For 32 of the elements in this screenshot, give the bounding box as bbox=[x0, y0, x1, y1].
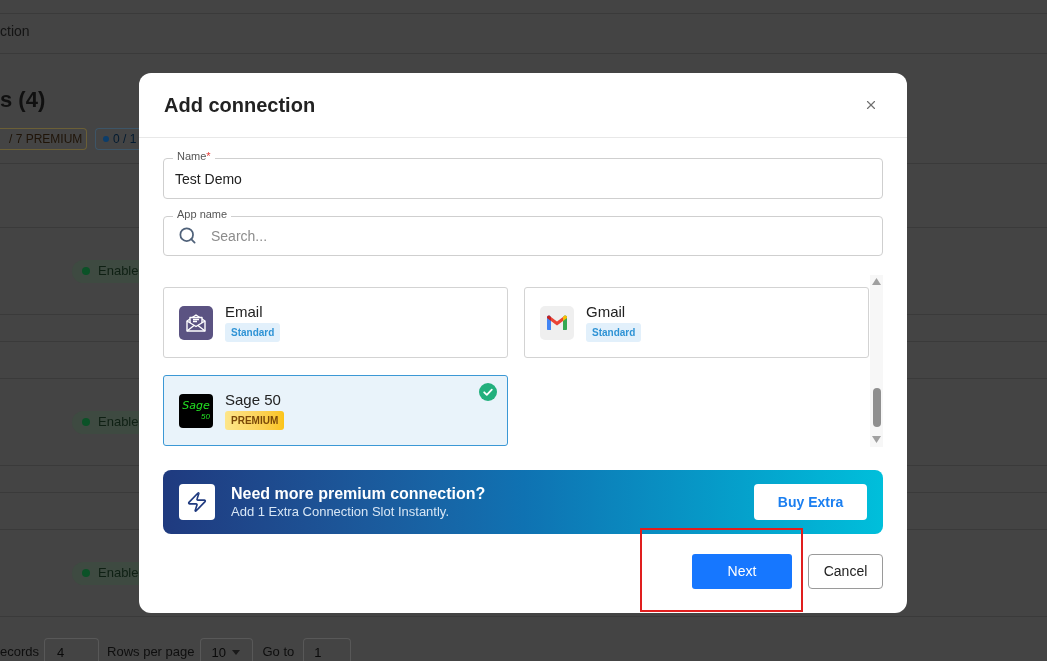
app-card[interactable]: Gmail Standard bbox=[524, 287, 869, 358]
field-label: App name bbox=[173, 208, 232, 220]
caret-icon bbox=[231, 650, 240, 655]
letter-m-icon bbox=[540, 305, 574, 340]
scroll-up-icon[interactable] bbox=[872, 278, 881, 285]
logo-text: Sage bbox=[182, 400, 210, 412]
buy-extra-button[interactable]: Buy Extra bbox=[754, 484, 867, 520]
banner-title: Need more premium connection? bbox=[231, 484, 486, 504]
check-icon bbox=[479, 383, 497, 401]
dialog-title: Add connection bbox=[164, 93, 316, 118]
banner-subtitle: Add 1 Extra Connection Slot Instantly. bbox=[231, 504, 450, 520]
app-card[interactable]: Sage 50 Sage 50 PREMIUM bbox=[163, 375, 508, 446]
tier-label: Standard bbox=[225, 323, 281, 342]
logo-subtext: 50 bbox=[201, 412, 210, 421]
lightning-icon bbox=[179, 484, 215, 520]
next-button[interactable]: Next bbox=[692, 554, 792, 589]
tier-label: Standard bbox=[586, 323, 642, 342]
close-icon bbox=[864, 98, 878, 112]
envelope-icon bbox=[179, 305, 213, 340]
app-card[interactable]: Email Standard bbox=[163, 287, 508, 358]
scroll-down-icon[interactable] bbox=[872, 436, 881, 443]
search-icon bbox=[178, 226, 197, 245]
tier-label: PREMIUM bbox=[225, 411, 285, 430]
badge-text: 0 / 1 bbox=[113, 131, 137, 148]
app-name: Email bbox=[225, 303, 263, 321]
field-label: Name* bbox=[173, 150, 215, 162]
cancel-button[interactable]: Cancel bbox=[808, 554, 883, 589]
premium-count-badge: / 7 PREMIUM bbox=[0, 128, 87, 150]
scrollbar-thumb[interactable] bbox=[872, 388, 881, 427]
app-name: Gmail bbox=[586, 303, 626, 321]
scrollbar[interactable] bbox=[870, 275, 883, 447]
app-name: Sage 50 bbox=[225, 391, 281, 409]
